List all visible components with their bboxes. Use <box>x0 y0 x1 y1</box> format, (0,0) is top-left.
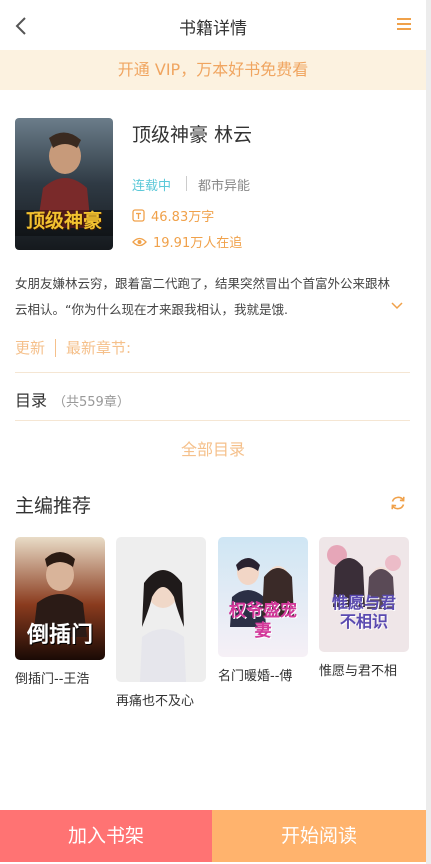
update-label: 更新 <box>15 339 46 357</box>
book-title: 顶级神豪 林云 <box>132 124 253 146</box>
recommend-item[interactable]: 倒插门 倒插门--王浩 <box>15 537 107 687</box>
start-reading-button[interactable]: 开始阅读 <box>212 810 426 862</box>
catalog-row[interactable]: 目录 （共559章） <box>15 387 130 411</box>
divider <box>55 338 57 357</box>
recommend-name: 惟愿与君不相 <box>319 664 398 679</box>
recommend-item[interactable]: 惟愿与君不相识 惟愿与君不相 <box>319 537 411 679</box>
catalog-label: 目录 <box>15 391 48 410</box>
book-cover[interactable]: 顶级神豪 <box>15 118 113 250</box>
recommend-cover-text: 惟愿与君不相识 <box>331 593 396 631</box>
recommend-cover-text: 权爷盛宠妻 <box>229 601 297 641</box>
recommend-name: 名门暖婚--傅 <box>218 669 293 684</box>
chapter-count: （共559章） <box>53 395 130 410</box>
divider <box>15 372 410 373</box>
add-to-shelf-button[interactable]: 加入书架 <box>0 810 212 862</box>
divider <box>15 420 410 421</box>
recommend-item[interactable]: 权爷盛宠妻 名门暖婚--傅 <box>218 537 310 684</box>
reader-count-value: 19.91万人在追 <box>153 236 243 251</box>
book-intro: 女朋友嫌林云穷，跟着富二代跑了，结果突然冒出个首富外公来跟林云相认。“你为什么现… <box>15 276 391 317</box>
vip-banner[interactable]: 开通 VIP，万本好书免费看 <box>0 50 426 90</box>
top-nav: 书籍详情 <box>0 0 426 50</box>
genre-label: 都市异能 <box>198 179 251 194</box>
recommend-cover-text: 倒插门 <box>26 623 93 648</box>
recommend-cover: 权爷盛宠妻 <box>218 537 308 657</box>
scrollbar[interactable] <box>426 0 431 864</box>
recommend-cover <box>116 537 206 682</box>
recommend-title: 主编推荐 <box>15 495 92 517</box>
eye-icon <box>132 237 147 246</box>
status-badge: 连载中 <box>132 179 172 194</box>
book-cover-text: 顶级神豪 <box>25 210 102 232</box>
page-title: 书籍详情 <box>179 19 247 39</box>
recommend-name: 再痛也不及心 <box>116 694 195 709</box>
latest-chapter-label: 最新章节: <box>66 339 132 357</box>
word-count-value: 46.83万字 <box>151 210 215 225</box>
menu-icon[interactable] <box>396 16 412 32</box>
latest-chapter-row[interactable]: 更新 最新章节: <box>15 337 131 358</box>
book-info: 顶级神豪 顶级神豪 林云 连载中 都市异能 46.83万字 19.91万人在追 <box>15 118 415 253</box>
reader-count: 19.91万人在追 <box>132 232 242 251</box>
recommend-cover: 倒插门 <box>15 537 105 660</box>
recommend-item[interactable]: 再痛也不及心 <box>116 537 208 709</box>
recommend-cover: 惟愿与君不相识 <box>319 537 409 652</box>
text-icon <box>132 209 145 222</box>
chevron-down-icon[interactable] <box>389 299 405 313</box>
refresh-icon[interactable] <box>389 494 407 512</box>
bottom-action-bar: 加入书架 开始阅读 <box>0 810 426 862</box>
word-count: 46.83万字 <box>132 206 214 225</box>
divider <box>186 176 187 191</box>
all-catalog-button[interactable]: 全部目录 <box>0 436 426 460</box>
recommend-name: 倒插门--王浩 <box>15 672 90 687</box>
